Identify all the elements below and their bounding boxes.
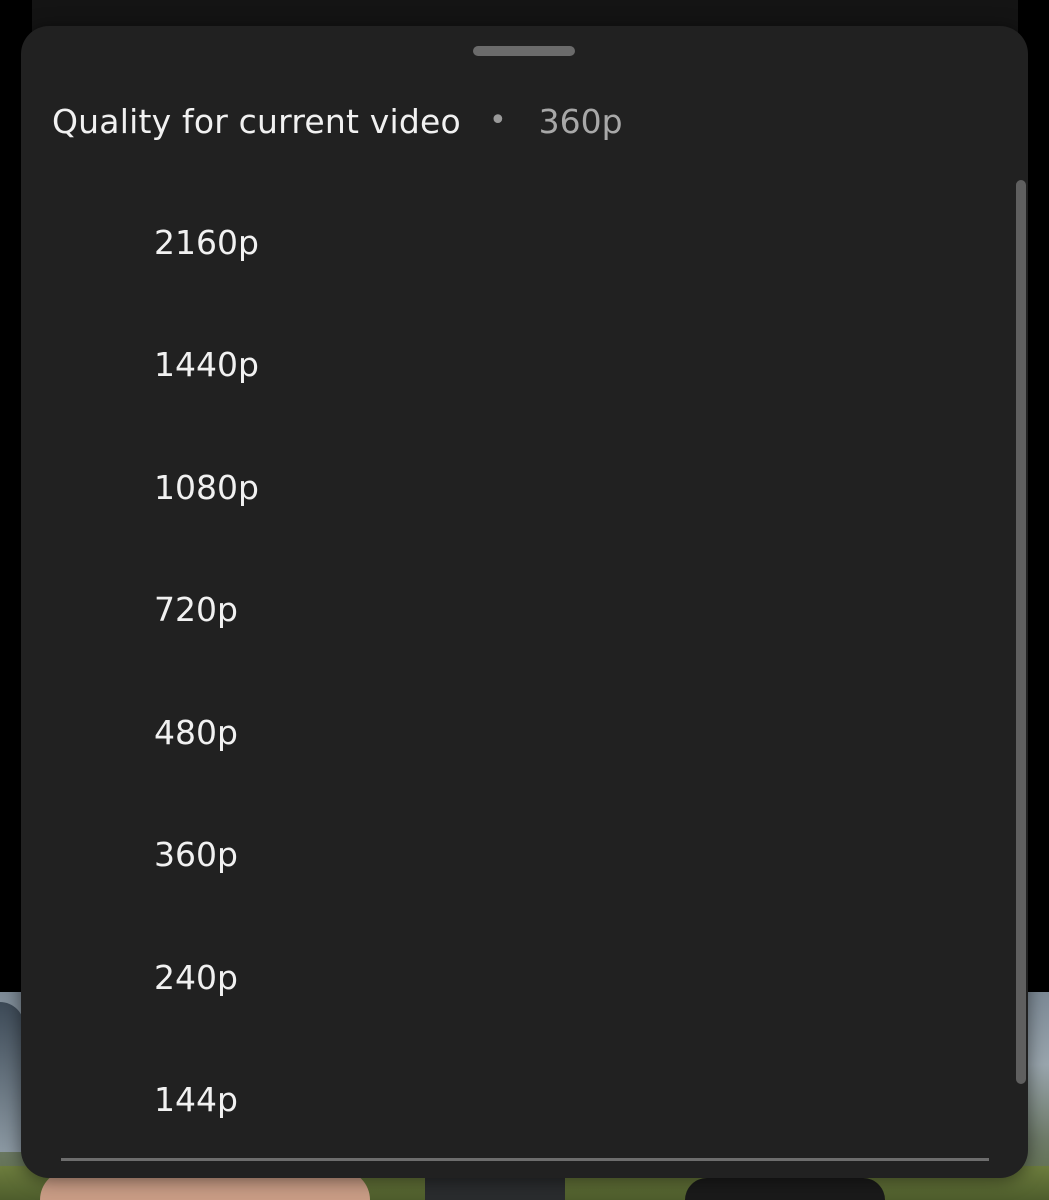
quality-option-label: 1080p <box>154 467 259 507</box>
quality-option-label: 1440p <box>154 345 259 385</box>
quality-option-label: 480p <box>154 712 238 752</box>
quality-option-label: 720p <box>154 590 238 630</box>
scene-person-right <box>685 1178 885 1200</box>
quality-option-label: 2160p <box>154 222 259 262</box>
quality-option-label: 240p <box>154 957 238 997</box>
quality-option-2160p[interactable]: 2160p <box>21 181 1016 304</box>
quality-title: Quality for current video <box>52 101 461 141</box>
separator-dot-icon: • <box>488 102 507 138</box>
sheet-header: Quality for current video • 360p <box>52 96 623 146</box>
scrollbar-thumb[interactable] <box>1016 180 1026 1084</box>
bottom-divider <box>61 1158 989 1161</box>
quality-option-360p[interactable]: 360p <box>21 794 1016 917</box>
quality-option-144p[interactable]: 144p <box>21 1039 1016 1162</box>
quality-option-label: 144p <box>154 1080 238 1120</box>
drag-handle-icon[interactable] <box>473 46 575 56</box>
options-scrollbar[interactable] <box>1016 180 1026 1084</box>
quality-bottom-sheet: Quality for current video • 360p 2160p 1… <box>21 26 1028 1178</box>
quality-options-list: 2160p 1440p 1080p 720p 480p 360p 240p 14… <box>21 181 1016 1161</box>
quality-option-label: 360p <box>154 835 238 875</box>
quality-option-1080p[interactable]: 1080p <box>21 426 1016 549</box>
quality-option-240p[interactable]: 240p <box>21 916 1016 1039</box>
current-quality-value: 360p <box>538 101 623 141</box>
scene-object <box>425 1178 565 1200</box>
quality-option-1440p[interactable]: 1440p <box>21 304 1016 427</box>
quality-option-720p[interactable]: 720p <box>21 549 1016 672</box>
quality-option-480p[interactable]: 480p <box>21 671 1016 794</box>
